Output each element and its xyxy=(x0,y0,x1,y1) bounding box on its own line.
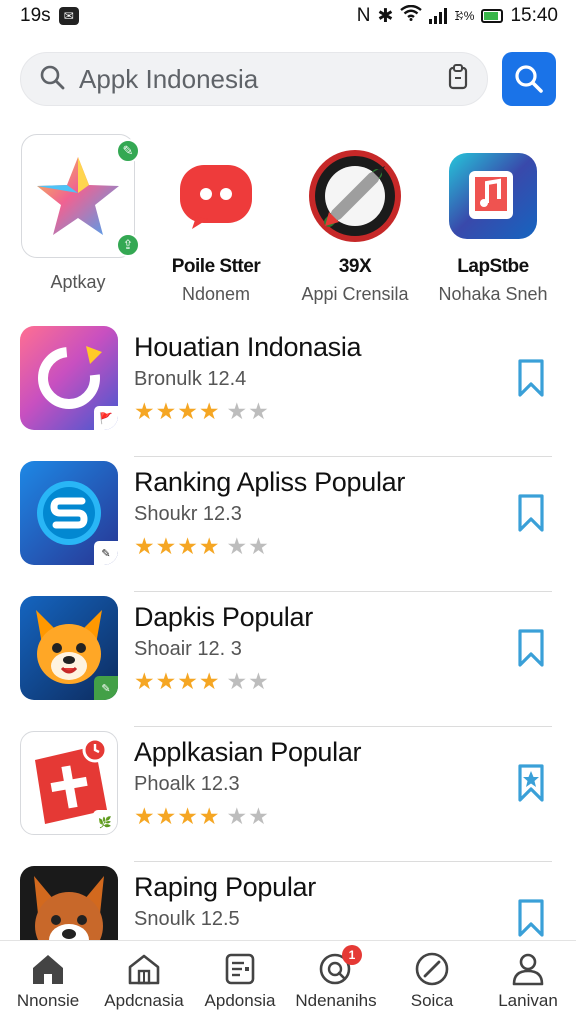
status-time: 15:40 xyxy=(510,5,558,26)
battery-icon xyxy=(481,9,504,23)
featured-apps: ✎ ⇪ Aptkay Poile Stter Ndonem 39X Appi C… xyxy=(0,134,576,304)
search-placeholder: Appk Indonesia xyxy=(79,63,259,94)
list-item[interactable]: 🚩 Houatian Indonasia Bronulk 12.4 ★ ★ ★ ★ ★ ★ xyxy=(0,322,576,457)
nav-item-home[interactable]: Nnonsie xyxy=(0,941,96,1024)
list-item[interactable]: ✎ Ranking Apliss Popular Shoukr 12.3 ★ ★ ★… xyxy=(0,457,576,592)
list-item[interactable]: ✎ Dapkis Popular Shoair 12. 3 ★ ★ ★ ★ ★ ★ xyxy=(0,592,576,727)
share-badge-icon: ⇪ xyxy=(116,233,140,257)
app-title: Ranking Apliss Popular xyxy=(134,467,406,497)
featured-app-name: 39X xyxy=(338,256,372,277)
document-icon xyxy=(225,953,255,985)
status-left-text: 19s xyxy=(20,5,51,26)
app-title: Dapkis Popular xyxy=(134,602,313,632)
search-input[interactable]: Appk Indonesia xyxy=(20,52,488,106)
nav-label: Apdcnasia xyxy=(104,991,184,1010)
star-app-icon: ✎ ⇪ xyxy=(21,134,140,258)
featured-app[interactable]: LapStbe Nohaka Sneh xyxy=(423,134,563,305)
featured-app[interactable]: ✎ ⇪ Aptkay xyxy=(8,134,148,293)
bluetooth-icon: ✱ xyxy=(377,5,394,27)
red-chat-icon xyxy=(159,134,273,258)
status-right: N ✱ ꗣ% 15:40 xyxy=(356,4,558,28)
featured-app[interactable]: 39X Appi Crensila xyxy=(285,134,425,305)
brush-badge-icon: ✎ xyxy=(94,541,118,565)
rocket-badge-icon xyxy=(298,134,412,258)
search-row: Appk Indonesia xyxy=(20,50,556,108)
clipboard-icon[interactable] xyxy=(447,63,469,96)
store-icon xyxy=(128,954,160,985)
status-bar: 19s ✉ N ✱ ꗣ% 15:40 xyxy=(0,0,576,32)
slash-circle-icon xyxy=(415,952,449,986)
plant-badge-icon: 🌿 xyxy=(93,810,117,834)
app-title: Applkasian Popular xyxy=(134,737,362,767)
featured-app-sub: Nohaka Sneh xyxy=(438,284,548,304)
nav-label: Nnonsie xyxy=(16,991,80,1010)
app-list: 🚩 Houatian Indonasia Bronulk 12.4 ★ ★ ★ ★ ★ ★… xyxy=(0,322,576,997)
nav-label: Apdonsia xyxy=(204,991,276,1010)
featured-app-sub: Appi Crensila xyxy=(301,284,409,304)
notification-app-icon: ✉ xyxy=(58,7,79,25)
profile-icon xyxy=(512,953,544,986)
bookmark-icon[interactable] xyxy=(516,628,546,668)
nav-item-store[interactable]: Apdcnasia xyxy=(96,941,192,1024)
featured-app[interactable]: Poile Stter Ndonem xyxy=(146,134,286,305)
update-badge-icon: ✎ xyxy=(116,139,140,163)
nav-label: Soica xyxy=(410,991,454,1010)
app-meta: Shoukr 12.3 xyxy=(134,503,242,525)
rating-stars: ★★★★★★ xyxy=(134,533,269,559)
nav-item-search-notifications[interactable]: 1 Ndenanihs xyxy=(288,941,384,1024)
status-sim-text: ꗣ% xyxy=(454,8,475,23)
nav-item-document[interactable]: Apdonsia xyxy=(192,941,288,1024)
search-icon xyxy=(39,64,65,95)
rating-stars: ★★★★★★ xyxy=(134,803,269,829)
app-meta: Bronulk 12.4 xyxy=(134,368,247,390)
edit-badge-icon: ✎ xyxy=(94,676,118,700)
search-button-icon xyxy=(515,65,543,93)
music-app-icon xyxy=(436,134,550,258)
featured-app-name: Poile Stter xyxy=(171,256,261,277)
nfc-icon: N xyxy=(356,5,371,26)
nav-label: Lanivan xyxy=(498,991,558,1010)
signal-icon xyxy=(429,8,448,24)
rating-stars: ★★★★★★ xyxy=(134,398,269,424)
flag-badge-icon: 🚩 xyxy=(94,406,118,430)
rating-stars: ★★★★★★ xyxy=(134,668,269,694)
red-plus-app-icon: 🌿 xyxy=(20,731,118,835)
app-meta: Snoulk 12.5 xyxy=(134,908,240,930)
wifi-icon xyxy=(400,4,423,27)
notification-count-badge: 1 xyxy=(342,945,362,965)
app-title: Houatian Indonasia xyxy=(134,332,362,362)
featured-app-name: LapStbe xyxy=(457,256,529,277)
fox-app-icon: ✎ xyxy=(20,596,118,700)
bookmark-icon[interactable] xyxy=(516,898,546,938)
app-title: Raping Popular xyxy=(134,872,316,902)
status-left: 19s ✉ xyxy=(20,5,79,27)
bookmark-icon[interactable] xyxy=(516,358,546,398)
nav-label: Ndenanihs xyxy=(295,991,377,1010)
s-badge-app-icon: ✎ xyxy=(20,461,118,565)
nav-item-slash[interactable]: Soica xyxy=(384,941,480,1024)
search-button[interactable] xyxy=(502,52,556,106)
list-item[interactable]: 🌿 Applkasian Popular Phoalk 12.3 ★ ★ ★ ★ ★ ★ xyxy=(0,727,576,862)
bottom-navigation: Nnonsie Apdcnasia Apdonsia 1 Ndenanihs S… xyxy=(0,940,576,1024)
featured-app-sub: Ndonem xyxy=(181,284,251,304)
home-icon xyxy=(33,955,63,984)
featured-app-sub: Aptkay xyxy=(50,272,106,292)
sync-app-icon: 🚩 xyxy=(20,326,118,430)
app-meta: Shoair 12. 3 xyxy=(134,638,242,660)
bookmark-icon[interactable] xyxy=(516,493,546,533)
app-meta: Phoalk 12.3 xyxy=(134,773,240,795)
bookmark-star-icon[interactable] xyxy=(516,763,546,803)
nav-item-profile[interactable]: Lanivan xyxy=(480,941,576,1024)
